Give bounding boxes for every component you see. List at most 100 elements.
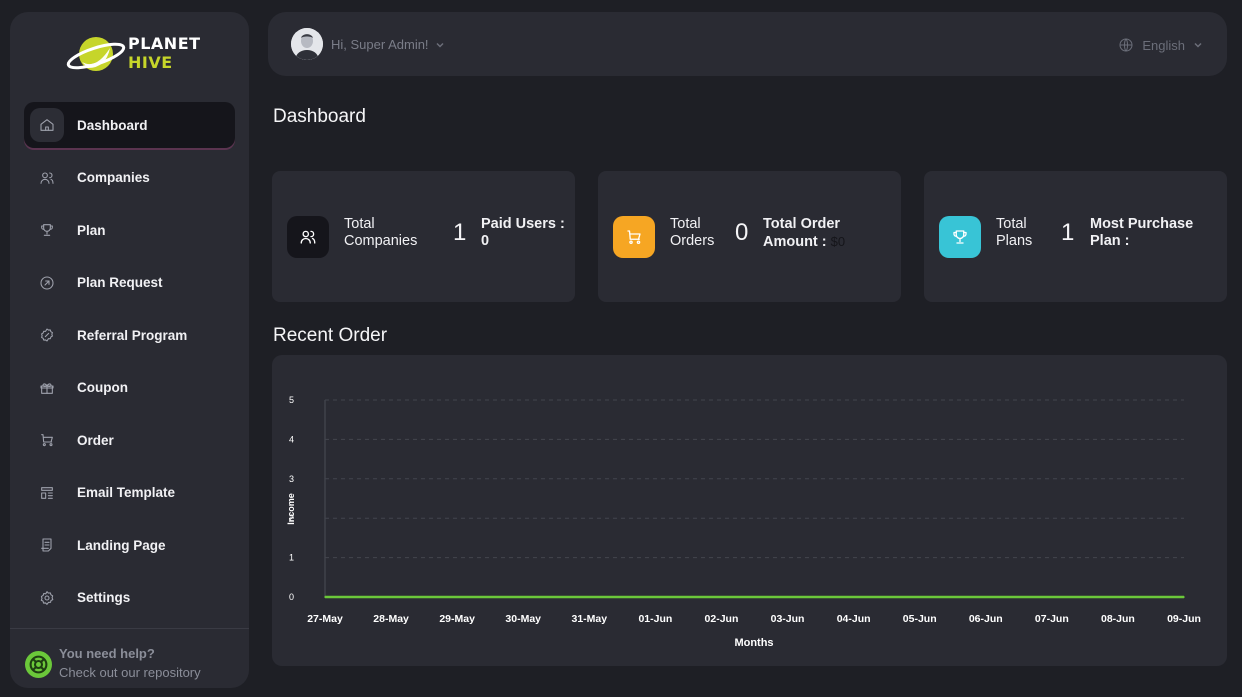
stat-label-line1: Total: [996, 216, 1027, 232]
user-avatar-icon: [291, 28, 323, 60]
cart-icon: [30, 423, 64, 457]
sidebar-item-coupon[interactable]: Coupon: [24, 365, 235, 411]
x-tick-label: 05-Jun: [903, 613, 937, 625]
sidebar-item-label: Plan Request: [77, 275, 163, 290]
recent-order-chart: 0 1 2 3 4 5 27-May 28-May 29-May 30-May 31-May 01-J…: [272, 355, 1227, 666]
sidebar-item-label: Landing Page: [77, 537, 166, 553]
x-tick-label: 29-May: [439, 613, 475, 625]
sidebar-item-label: Plan: [77, 222, 106, 238]
sidebar-item-label: Referral Program: [77, 327, 188, 343]
data-point: [390, 596, 392, 598]
x-tick-label: 03-Jun: [771, 613, 805, 625]
brand-logo[interactable]: PLANET HIVE: [66, 30, 206, 86]
x-tick-label: 04-Jun: [837, 613, 871, 625]
arrow-circle-icon: [30, 266, 64, 300]
sidebar-item-email-template[interactable]: Email Template: [24, 470, 235, 516]
stat-value: 1: [453, 219, 467, 246]
file-icon: [30, 528, 64, 562]
globe-icon: [1119, 38, 1133, 52]
planet-logo-icon: [66, 37, 126, 71]
stat-label-line2: Companies: [344, 233, 418, 249]
home-icon: [30, 108, 64, 142]
data-point: [720, 596, 723, 598]
side-line1: Paid Users :: [481, 216, 565, 232]
stat-side-info: Most Purchase Plan :: [1090, 216, 1193, 250]
top-bar: Hi, Super Admin! English: [268, 12, 1227, 76]
x-tick-label: 08-Jun: [1101, 613, 1135, 625]
x-tick-label: 01-Jun: [638, 613, 672, 625]
x-tick-label: 09-Jun: [1167, 613, 1201, 625]
y-tick-label: 4: [289, 434, 294, 444]
x-tick-label: 27-May: [307, 613, 343, 625]
data-point: [1051, 596, 1053, 598]
sidebar-item-label: Order: [77, 432, 114, 448]
sidebar-item-referral-program[interactable]: Referral Program: [24, 312, 235, 358]
y-axis-label: Income: [286, 493, 296, 525]
sidebar-item-companies[interactable]: Companies: [24, 155, 235, 201]
side-extra: $0: [830, 234, 846, 249]
side-line2: 0: [481, 233, 490, 249]
data-point: [1183, 596, 1185, 598]
stat-value: 0: [735, 219, 749, 246]
income-line-chart: 01234527-May 28-May 29-May 30-May 31-May 01-J…: [286, 395, 1201, 649]
data-point: [654, 596, 657, 598]
sidebar-item-plan-request[interactable]: Plan Request: [24, 260, 235, 306]
chevron-down-icon: [436, 42, 444, 48]
sidebar-item-order[interactable]: Order: [24, 417, 235, 463]
sidebar-item-label: Coupon: [77, 380, 128, 395]
stat-card-plans: Total Plans 1 Most Purchase Plan :: [924, 171, 1227, 302]
data-point: [456, 596, 458, 598]
sidebar-item-dashboard[interactable]: Dashboard: [24, 102, 235, 148]
sidebar-item-settings[interactable]: Settings: [24, 575, 235, 621]
y-tick-label: 1: [289, 553, 294, 563]
data-point: [324, 596, 326, 598]
data-point: [984, 596, 987, 598]
stat-side-info: Total Order Amount : $0: [763, 216, 845, 251]
lifebuoy-icon: [25, 651, 52, 678]
help-box[interactable]: You need help? Check out our repository: [10, 628, 249, 688]
side-line1: Most Purchase: [1090, 216, 1194, 232]
sidebar-nav: Dashboard Companies Plan Plan Request Re…: [24, 102, 235, 627]
data-point: [852, 596, 855, 598]
side-line2: Plan :: [1090, 233, 1130, 249]
stat-label-line1: Total: [344, 216, 375, 232]
help-title: You need help?: [59, 646, 155, 661]
language-selector[interactable]: English: [1118, 37, 1203, 53]
side-line1: Total Order: [763, 216, 841, 232]
help-subtitle[interactable]: Check out our repository: [59, 665, 201, 680]
stat-side-info: Paid Users : 0: [481, 216, 565, 250]
brand-line1: PLANET: [128, 34, 201, 53]
sidebar: PLANET HIVE Dashboard Companies Plan Pla…: [10, 12, 249, 688]
stat-card-orders: Total Orders 0 Total Order Amount : $0: [598, 171, 901, 302]
data-point: [588, 596, 591, 598]
user-menu[interactable]: Hi, Super Admin!: [331, 37, 445, 52]
stat-label-line1: Total: [670, 216, 701, 232]
chevron-down-icon: [1194, 42, 1202, 48]
sidebar-item-label: Settings: [77, 590, 131, 605]
stat-label: Total Companies: [344, 216, 434, 250]
data-point: [918, 596, 921, 598]
stat-value: 1: [1061, 219, 1075, 246]
template-icon: [30, 476, 64, 510]
brand-name: PLANET HIVE: [128, 34, 201, 72]
stat-label-line2: Orders: [670, 233, 715, 249]
sidebar-item-label: Email Template: [77, 485, 176, 500]
section-title-recent-order: Recent Order: [273, 325, 388, 346]
y-tick-label: 5: [289, 395, 294, 405]
cart-icon: [613, 216, 655, 258]
x-axis-label: Months: [734, 637, 773, 649]
trophy-icon: [30, 213, 64, 247]
language-label: English: [1142, 37, 1185, 53]
data-point: [522, 596, 525, 598]
x-tick-label: 28-May: [373, 613, 409, 625]
avatar[interactable]: [291, 28, 323, 60]
sidebar-item-landing-page[interactable]: Landing Page: [24, 522, 235, 568]
trophy-icon: [939, 216, 981, 258]
greeting-text: Hi, Super Admin!: [331, 37, 429, 52]
stat-card-companies: Total Companies 1 Paid Users : 0: [272, 171, 575, 302]
sidebar-item-label: Companies: [77, 170, 150, 185]
sidebar-item-plan[interactable]: Plan: [24, 207, 235, 253]
x-tick-label: 07-Jun: [1035, 613, 1069, 625]
x-tick-label: 30-May: [505, 613, 541, 625]
users-icon: [287, 216, 329, 258]
